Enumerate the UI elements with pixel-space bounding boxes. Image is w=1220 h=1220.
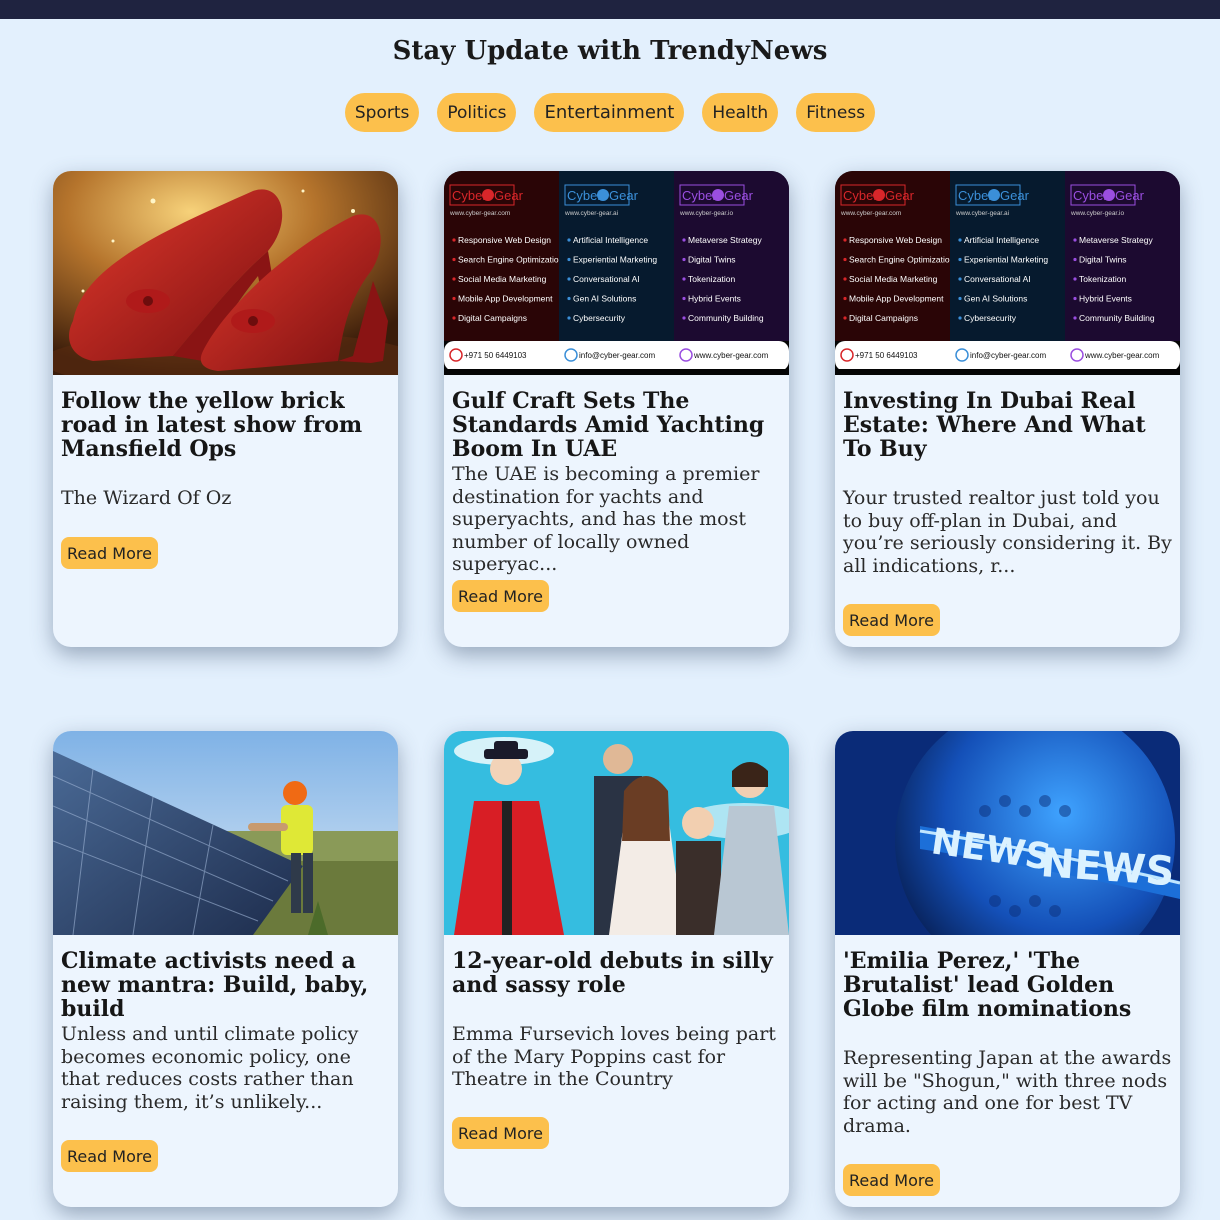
ad-service: Mobile App Development: [458, 294, 553, 304]
read-more-button[interactable]: Read More: [843, 1164, 940, 1196]
ad-service: Digital Twins: [1079, 255, 1127, 265]
ad-service: Tokenization: [688, 274, 736, 284]
ad-service: Digital Campaigns: [849, 313, 918, 323]
brand-logo-icon: [482, 189, 494, 201]
card-title[interactable]: Investing In Dubai Real Estate: Where An…: [843, 389, 1173, 461]
svg-text:NEWS: NEWS: [1039, 840, 1176, 895]
ad-site: www.cyber-gear.com: [840, 210, 901, 217]
ad-service: Social Media Marketing: [849, 274, 938, 284]
ad-service: Social Media Marketing: [458, 274, 547, 284]
read-more-button[interactable]: Read More: [452, 580, 549, 612]
news-globe-graphic: NEWS NEWS: [835, 731, 1180, 935]
ad-service: Conversational AI: [573, 274, 640, 284]
card-description: Unless and until climate policy becomes …: [61, 1023, 359, 1113]
ad-service: Artificial Intelligence: [573, 235, 648, 245]
ad-brand: Gear: [494, 188, 524, 203]
news-globe-image[interactable]: NEWS NEWS: [835, 731, 1180, 935]
ad-service: Responsive Web Design: [849, 235, 942, 245]
news-card: Cyber Gear www.cyber-gear.com Responsive We…: [835, 171, 1180, 647]
cyber-gear-ad-graphic: Cyber Gearwww.cyber-gear.comResponsive We…: [444, 171, 789, 375]
ad-service: Artificial Intelligence: [964, 235, 1039, 245]
ad-brand: Gear: [1000, 188, 1030, 203]
ad-brand: Gear: [885, 188, 915, 203]
brand-logo-icon: [597, 189, 609, 201]
ad-contact: info@cyber-gear.com: [970, 351, 1046, 360]
ad-service: Digital Campaigns: [458, 313, 527, 323]
card-description: The UAE is becoming a premier destinatio…: [452, 463, 760, 575]
ruby-slippers-image[interactable]: [53, 171, 398, 375]
card-description: Representing Japan at the awards will be…: [843, 1047, 1172, 1137]
solar-panel-illustration: [53, 731, 398, 935]
ad-service: Hybrid Events: [1079, 294, 1132, 304]
ad-site: www.cyber-gear.io: [679, 210, 733, 217]
category-nav: Sports Politics Entertainment Health Fit…: [0, 93, 1220, 132]
ad-service: Experiential Marketing: [573, 255, 657, 265]
category-entertainment[interactable]: Entertainment: [534, 93, 685, 132]
news-card: 12-year-old debuts in silly and sassy ro…: [444, 731, 789, 1207]
ad-brand: Gear: [609, 188, 639, 203]
card-title[interactable]: Gulf Craft Sets The Standards Amid Yacht…: [452, 389, 782, 461]
ad-service: Search Engine Optimization: [849, 255, 955, 265]
ad-contact: www.cyber-gear.com: [693, 351, 769, 360]
top-bar: [0, 0, 1220, 19]
ad-service: Cybersecurity: [573, 313, 626, 323]
brand-logo-icon: [712, 189, 724, 201]
theatre-cast-illustration: [444, 731, 789, 935]
ad-service: Mobile App Development: [849, 294, 944, 304]
ad-service: Experiential Marketing: [964, 255, 1048, 265]
category-health[interactable]: Health: [702, 93, 779, 132]
read-more-button[interactable]: Read More: [452, 1117, 549, 1149]
ad-service: Community Building: [1079, 313, 1155, 323]
news-card: Cyber Gear www.cyber-gear.com Responsive We…: [444, 171, 789, 647]
ad-contact: info@cyber-gear.com: [579, 351, 655, 360]
news-card: NEWS NEWS 'Emilia Perez,' 'The Brutalist…: [835, 731, 1180, 1207]
ad-site: www.cyber-gear.com: [449, 210, 510, 217]
cyber-gear-ad-image[interactable]: Cyber Gear www.cyber-gear.com Responsive We…: [835, 171, 1180, 375]
ad-service: Conversational AI: [964, 274, 1031, 284]
card-title[interactable]: 12-year-old debuts in silly and sassy ro…: [452, 949, 782, 997]
ad-service: Digital Twins: [688, 255, 736, 265]
ad-service: Responsive Web Design: [458, 235, 551, 245]
category-fitness[interactable]: Fitness: [796, 93, 876, 132]
category-sports[interactable]: Sports: [344, 93, 420, 132]
read-more-button[interactable]: Read More: [61, 537, 158, 569]
brand-logo-icon: [873, 189, 885, 201]
ad-contact: +971 50 6449103: [464, 351, 527, 360]
ad-site: www.cyber-gear.ai: [564, 210, 618, 217]
card-description: Emma Fursevich loves being part of the M…: [452, 1023, 776, 1090]
news-card: Follow the yellow brick road in latest s…: [53, 171, 398, 647]
site-title: Stay Update with TrendyNews: [392, 36, 828, 66]
ad-service: Search Engine Optimization: [458, 255, 564, 265]
cyber-gear-ad-image[interactable]: Cyber Gear www.cyber-gear.com Responsive We…: [444, 171, 789, 375]
mary-poppins-cast-image[interactable]: [444, 731, 789, 935]
ad-contact: www.cyber-gear.com: [1084, 351, 1160, 360]
card-title[interactable]: Follow the yellow brick road in latest s…: [61, 389, 391, 461]
ad-service: Community Building: [688, 313, 764, 323]
ad-brand: Gear: [1115, 188, 1145, 203]
ad-contact: +971 50 6449103: [855, 351, 918, 360]
ad-service: Metaverse Strategy: [688, 235, 762, 245]
card-title[interactable]: 'Emilia Perez,' 'The Brutalist' lead Gol…: [843, 949, 1173, 1021]
brand-logo-icon: [988, 189, 1000, 201]
ad-service: Tokenization: [1079, 274, 1127, 284]
ad-service: Hybrid Events: [688, 294, 741, 304]
read-more-button[interactable]: Read More: [61, 1140, 158, 1172]
card-description: Your trusted realtor just told you to bu…: [843, 487, 1172, 577]
ad-site: www.cyber-gear.ai: [955, 210, 1009, 217]
solar-worker-image[interactable]: [53, 731, 398, 935]
ad-brand: Gear: [724, 188, 754, 203]
ad-service: Gen AI Solutions: [964, 294, 1027, 304]
brand-logo-icon: [1103, 189, 1115, 201]
ad-service: Gen AI Solutions: [573, 294, 636, 304]
read-more-button[interactable]: Read More: [843, 604, 940, 636]
category-politics[interactable]: Politics: [437, 93, 517, 132]
card-description: The Wizard Of Oz: [61, 487, 232, 509]
ad-service: Cybersecurity: [964, 313, 1017, 323]
card-title[interactable]: Climate activists need a new mantra: Bui…: [61, 949, 391, 1021]
ruby-slippers-illustration: [53, 171, 398, 375]
news-card: Climate activists need a new mantra: Bui…: [53, 731, 398, 1207]
ad-service: Metaverse Strategy: [1079, 235, 1153, 245]
ad-site: www.cyber-gear.io: [1070, 210, 1124, 217]
cyber-gear-ad-graphic: Cyber Gearwww.cyber-gear.comResponsive We…: [835, 171, 1180, 375]
